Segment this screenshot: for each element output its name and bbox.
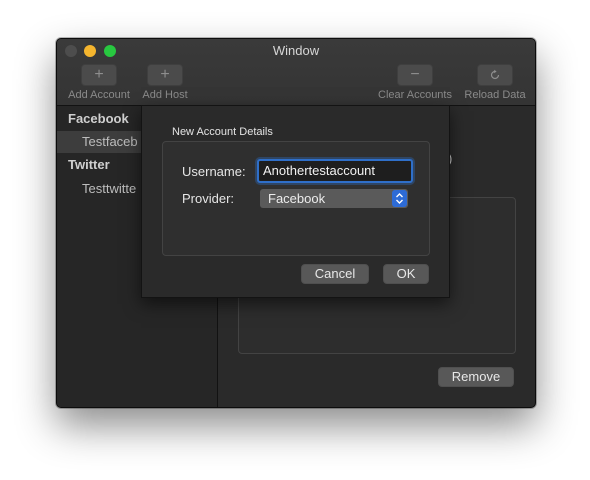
details-group-box: Username: Anothertestaccount Provider: F… bbox=[162, 141, 430, 256]
ok-button[interactable]: OK bbox=[383, 264, 429, 284]
minus-icon[interactable]: − bbox=[397, 64, 433, 86]
plus-icon[interactable]: + bbox=[81, 64, 117, 86]
toolbar-reload-data-label: Reload Data bbox=[464, 89, 526, 101]
toolbar-add-account[interactable]: + Add Account bbox=[65, 64, 133, 101]
titlebar: Window + Add Account + Add Host − Clear … bbox=[57, 39, 535, 106]
toolbar-clear-accounts[interactable]: − Clear Accounts bbox=[373, 64, 457, 101]
toolbar-add-account-label: Add Account bbox=[68, 89, 130, 101]
provider-popup[interactable]: Facebook bbox=[260, 189, 408, 208]
toolbar-clear-accounts-label: Clear Accounts bbox=[378, 89, 452, 101]
toolbar-reload-data[interactable]: Reload Data bbox=[461, 64, 529, 101]
up-down-chevron-icon bbox=[392, 190, 407, 207]
toolbar-add-host-label: Add Host bbox=[142, 89, 188, 101]
sheet-title: New Account Details bbox=[172, 126, 273, 138]
username-field[interactable]: Anothertestaccount bbox=[257, 159, 413, 183]
provider-label: Provider: bbox=[182, 191, 235, 206]
sidebar-header-twitter: Twitter bbox=[68, 157, 110, 172]
provider-popup-value: Facebook bbox=[268, 191, 326, 206]
sidebar-item-testfacebook[interactable]: Testfaceb bbox=[82, 134, 138, 149]
username-label: Username: bbox=[182, 164, 246, 179]
remove-button[interactable]: Remove bbox=[438, 367, 514, 387]
plus-icon[interactable]: + bbox=[147, 64, 183, 86]
cancel-button[interactable]: Cancel bbox=[301, 264, 369, 284]
new-account-sheet: New Account Details Username: Anothertes… bbox=[141, 105, 450, 298]
window-title: Window bbox=[272, 43, 320, 58]
toolbar-add-host[interactable]: + Add Host bbox=[139, 64, 191, 101]
sidebar-header-facebook: Facebook bbox=[68, 111, 129, 126]
reload-icon[interactable] bbox=[477, 64, 513, 86]
sidebar-item-testtwitter[interactable]: Testtwitte bbox=[82, 181, 136, 196]
